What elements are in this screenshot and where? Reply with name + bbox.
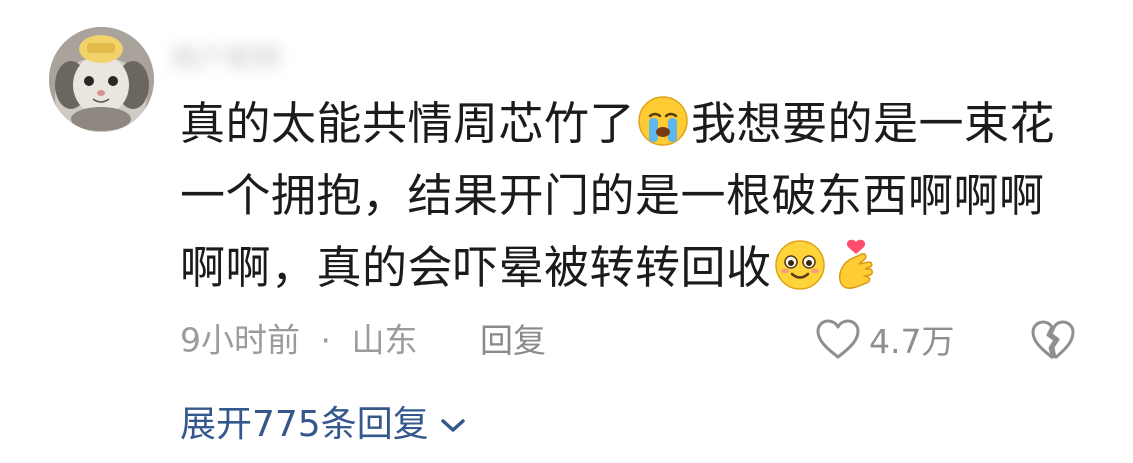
expand-replies-button[interactable]: 展开775条回复 [180,400,467,450]
expand-replies-label: 展开775条回复 [180,404,429,445]
finger-heart-icon [829,238,883,292]
avatar[interactable] [49,27,154,132]
comment-meta: 9小时前 · 山东 回复 [180,315,546,363]
location: 山东 [351,320,418,360]
comment-item: 用户昵称 真的太能共情周芯竹了 我想要的是一束花一个拥抱，结果开门的是一根破东西… [0,0,1133,463]
dislike-button[interactable] [1028,314,1078,364]
reply-button[interactable]: 回复 [480,321,546,360]
meta-separator: · [320,320,332,360]
username[interactable]: 用户昵称 [170,40,470,78]
comment-text: 真的太能共情周芯竹了 我想要的是一束花一个拥抱，结果开门的是一根破东西啊啊啊啊啊… [180,88,1080,304]
cat-avatar-image [49,27,154,132]
smiling-face-icon [773,238,827,292]
timestamp: 9小时前 [180,320,300,360]
chevron-down-icon [439,400,467,450]
crying-face-icon [636,94,690,148]
broken-heart-icon [1031,320,1075,360]
heart-outline-icon [816,319,860,359]
like-button[interactable]: 4.7万 [815,314,954,364]
like-count: 4.7万 [869,322,955,361]
comment-text-part-1: 真的太能共情周芯竹了 [180,97,636,150]
